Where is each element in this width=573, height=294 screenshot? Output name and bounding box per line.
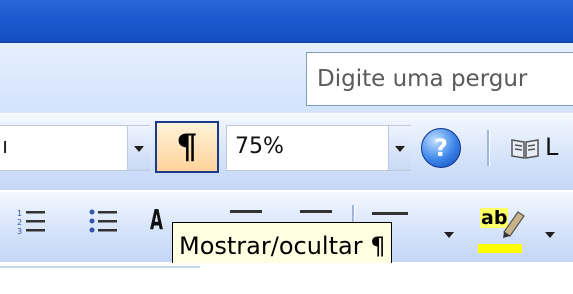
highlight-icon[interactable]: ab bbox=[478, 206, 528, 256]
title-bar bbox=[0, 0, 573, 43]
chevron-down-icon bbox=[134, 146, 144, 152]
chevron-down-icon[interactable] bbox=[444, 232, 454, 238]
bold-font-icon[interactable]: A bbox=[150, 203, 163, 236]
chevron-down-icon[interactable] bbox=[545, 232, 555, 238]
border-icon[interactable] bbox=[372, 212, 408, 215]
highlight-color-bar bbox=[478, 244, 522, 253]
zoom-value: 75% bbox=[235, 134, 284, 159]
zoom-dropdown-button[interactable] bbox=[388, 126, 411, 170]
read-icon[interactable] bbox=[511, 137, 539, 159]
help-glyph: ? bbox=[434, 134, 448, 162]
numbered-list-icon[interactable]: 1 2 3 bbox=[16, 207, 46, 237]
read-button-label[interactable]: L bbox=[545, 133, 558, 161]
toolbar-separator bbox=[487, 130, 490, 166]
tooltip: Mostrar/ocultar ¶ bbox=[172, 222, 393, 268]
ruler-edge bbox=[0, 266, 200, 268]
svg-text:2: 2 bbox=[17, 218, 22, 227]
zoom-combo[interactable]: 75% bbox=[226, 125, 411, 171]
font-combo-value: ı bbox=[2, 134, 9, 159]
svg-text:3: 3 bbox=[17, 227, 22, 236]
show-hide-icon: ¶ bbox=[176, 127, 198, 167]
help-question-placeholder: Digite uma pergur bbox=[317, 66, 528, 92]
bulleted-list-icon[interactable] bbox=[88, 207, 118, 237]
font-dropdown-button[interactable] bbox=[127, 126, 150, 170]
show-hide-button[interactable]: ¶ bbox=[155, 121, 219, 173]
font-combo[interactable]: ı bbox=[0, 125, 150, 171]
chevron-down-icon bbox=[395, 146, 405, 152]
increase-indent-icon[interactable] bbox=[300, 210, 332, 213]
help-icon[interactable]: ? bbox=[421, 128, 461, 168]
svg-text:1: 1 bbox=[17, 209, 22, 218]
decrease-indent-icon[interactable] bbox=[230, 210, 262, 213]
help-question-box[interactable]: Digite uma pergur bbox=[306, 52, 573, 106]
